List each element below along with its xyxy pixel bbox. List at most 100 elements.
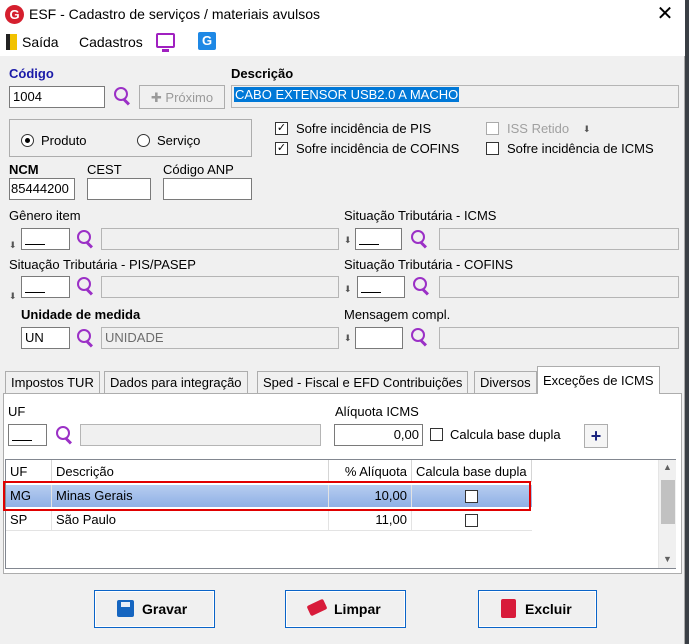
codigo-label: Código — [9, 66, 54, 81]
genero-desc-input[interactable] — [101, 228, 339, 250]
uf-desc-input[interactable] — [80, 424, 321, 446]
tab-excecoes-icms[interactable]: Exceções de ICMS — [537, 366, 660, 394]
scroll-down-icon[interactable]: ▼ — [663, 554, 672, 564]
app-logo-icon: G — [5, 5, 24, 24]
unidade-label: Unidade de medida — [21, 307, 141, 322]
iss-arrow-icon: ⬇ — [583, 124, 591, 134]
st-pis-code-input[interactable] — [21, 276, 70, 298]
main-window: G ESF - Cadastro de serviços / materiais… — [0, 0, 685, 644]
codigo-input[interactable]: 1004 — [9, 86, 105, 108]
grid-scrollbar[interactable]: ▲ ▼ — [658, 460, 676, 568]
genero-search-icon[interactable] — [75, 229, 95, 249]
uf-search-icon[interactable] — [54, 425, 74, 445]
st-pis-label: Situação Tributária - PIS/PASEP — [9, 257, 196, 272]
tab-impostos-tur[interactable]: Impostos TUR — [5, 371, 100, 393]
cofins-checkbox[interactable]: ✓ — [275, 142, 288, 155]
excluir-button[interactable]: Excluir — [478, 590, 597, 628]
st-pis-arrow-icon: ⬇ — [9, 291, 17, 301]
st-cofins-search-icon[interactable] — [411, 276, 431, 296]
row-descricao: Minas Gerais — [52, 485, 329, 507]
cest-label: CEST — [87, 162, 122, 177]
save-icon — [117, 600, 134, 617]
unidade-search-icon[interactable] — [75, 328, 95, 348]
plus-icon: ✚ — [150, 90, 162, 105]
servico-label: Serviço — [157, 133, 201, 148]
menu-cadastros[interactable]: Cadastros — [79, 34, 143, 50]
title-bar: G ESF - Cadastro de serviços / materiais… — [0, 0, 685, 30]
st-icms-code-input[interactable] — [355, 228, 402, 250]
mensagem-search-icon[interactable] — [409, 327, 429, 347]
ncm-label: NCM — [9, 162, 39, 177]
mensagem-label: Mensagem compl. — [344, 307, 451, 322]
st-icms-label: Situação Tributária - ICMS — [344, 208, 497, 223]
proximo-label: Próximo — [165, 90, 214, 105]
descricao-value: CABO EXTENSOR USB2.0 A MACHO — [234, 87, 460, 102]
close-button[interactable]: ✕ — [648, 1, 682, 29]
aliquota-input[interactable]: 0,00 — [334, 424, 423, 446]
produto-radio[interactable] — [21, 134, 34, 147]
trash-icon — [501, 599, 516, 618]
grid-header-aliquota[interactable]: % Alíquota — [329, 460, 412, 482]
limpar-label: Limpar — [334, 601, 381, 617]
produto-label: Produto — [41, 133, 87, 148]
codigo-search-icon[interactable] — [112, 86, 132, 106]
st-icms-arrow-icon: ⬇ — [344, 235, 352, 245]
base-dupla-checkbox[interactable] — [430, 428, 443, 441]
row-aliquota: 10,00 — [329, 485, 412, 507]
limpar-button[interactable]: Limpar — [285, 590, 406, 628]
cest-input[interactable] — [87, 178, 151, 200]
st-cofins-desc-input[interactable] — [439, 276, 679, 298]
row-descricao: São Paulo — [52, 509, 329, 531]
row-base-dupla-checkbox[interactable] — [465, 490, 478, 503]
grid-header-uf[interactable]: UF — [6, 460, 52, 482]
iss-label: ISS Retido — [507, 121, 570, 136]
anp-input[interactable] — [163, 178, 252, 200]
st-cofins-code-input[interactable] — [357, 276, 405, 298]
eraser-icon — [306, 598, 328, 617]
grid-header-base-dupla[interactable]: Calcula base dupla — [412, 460, 532, 482]
mensagem-arrow-icon: ⬇ — [344, 333, 352, 343]
table-row[interactable]: SP São Paulo 11,00 — [6, 509, 532, 531]
tab-sped[interactable]: Sped - Fiscal e EFD Contribuições — [257, 371, 469, 393]
proximo-button[interactable]: ✚ Próximo — [139, 85, 225, 109]
genero-code-input[interactable] — [21, 228, 70, 250]
descricao-input[interactable]: CABO EXTENSOR USB2.0 A MACHO — [231, 85, 679, 108]
st-icms-desc-input[interactable] — [439, 228, 679, 250]
window-title: ESF - Cadastro de serviços / materiais a… — [29, 6, 320, 22]
monitor-icon[interactable] — [156, 33, 175, 52]
row-uf: MG — [6, 485, 52, 507]
st-pis-desc-input[interactable] — [101, 276, 339, 298]
st-icms-search-icon[interactable] — [409, 229, 429, 249]
mensagem-code-input[interactable] — [355, 327, 403, 349]
uf-input[interactable] — [8, 424, 47, 446]
row-aliquota: 11,00 — [329, 509, 412, 531]
scroll-thumb[interactable] — [661, 480, 675, 524]
servico-radio[interactable] — [137, 134, 150, 147]
unidade-code-input[interactable]: UN — [21, 327, 70, 349]
pis-label: Sofre incidência de PIS — [296, 121, 432, 136]
scroll-up-icon[interactable]: ▲ — [663, 462, 672, 472]
mensagem-desc-input[interactable] — [439, 327, 679, 349]
table-row[interactable]: MG Minas Gerais 10,00 — [6, 485, 532, 507]
grid-header-descricao[interactable]: Descrição — [52, 460, 329, 482]
menu-saida[interactable]: Saída — [22, 34, 59, 50]
tab-dados-integracao[interactable]: Dados para integração — [104, 371, 248, 393]
genero-label: Gênero item — [9, 208, 81, 223]
row-base-dupla-checkbox[interactable] — [465, 514, 478, 527]
row-uf: SP — [6, 509, 52, 531]
pis-checkbox[interactable]: ✓ — [275, 122, 288, 135]
ncm-input[interactable]: 85444200 — [9, 178, 75, 200]
g-logo-icon[interactable]: G — [198, 32, 216, 50]
excecoes-grid: UF Descrição % Alíquota Calcula base dup… — [5, 459, 676, 569]
gravar-button[interactable]: Gravar — [94, 590, 215, 628]
tab-diversos[interactable]: Diversos — [474, 371, 537, 393]
cofins-label: Sofre incidência de COFINS — [296, 141, 460, 156]
exit-door-icon[interactable] — [6, 34, 17, 50]
icms-checkbox[interactable] — [486, 142, 499, 155]
st-pis-search-icon[interactable] — [75, 276, 95, 296]
icms-label: Sofre incidência de ICMS — [507, 141, 654, 156]
unidade-desc-input[interactable]: UNIDADE — [101, 327, 339, 349]
add-excecao-button[interactable]: + — [584, 424, 608, 448]
excluir-label: Excluir — [525, 601, 572, 617]
iss-checkbox[interactable] — [486, 122, 499, 135]
